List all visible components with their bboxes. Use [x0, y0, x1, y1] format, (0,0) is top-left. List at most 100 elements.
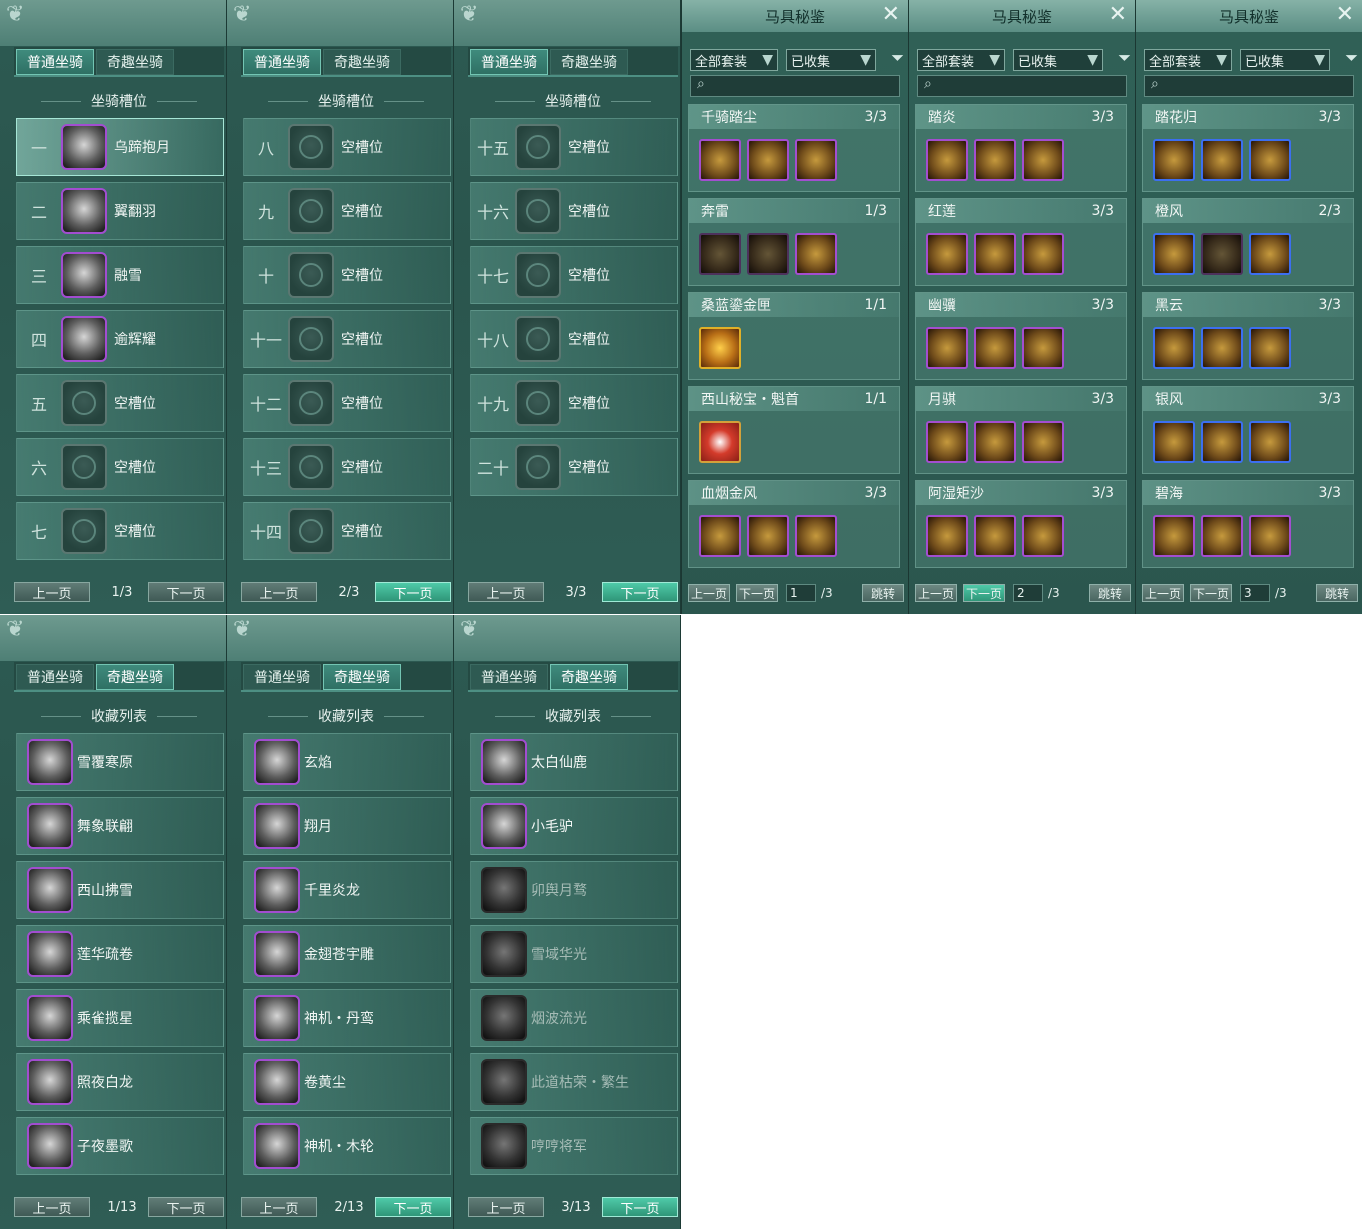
gear-item-icon[interactable] [1201, 421, 1243, 463]
filter-collected[interactable]: 已收集 ▼ [1013, 49, 1103, 71]
next-page-button[interactable]: 下一页 [375, 582, 451, 602]
page-input[interactable]: 2 [1013, 584, 1043, 602]
gear-item-icon[interactable] [699, 233, 741, 275]
slot-row[interactable]: 六 空槽位 [16, 438, 224, 496]
collection-row[interactable]: 西山拂雪 [16, 861, 224, 919]
gear-item-icon[interactable] [1249, 421, 1291, 463]
gear-item-icon[interactable] [1153, 327, 1195, 369]
close-icon[interactable]: ✕ [1336, 4, 1354, 26]
prev-page-button[interactable]: 上一页 [468, 1197, 544, 1217]
tab-normal-mounts[interactable]: 普通坐骑 [470, 49, 548, 75]
jump-button[interactable]: 跳转 [862, 584, 904, 602]
collection-row[interactable]: 照夜白龙 [16, 1053, 224, 1111]
gear-item-icon[interactable] [926, 421, 968, 463]
collection-row[interactable]: 金翅苍宇雕 [243, 925, 451, 983]
slot-row[interactable]: 七 空槽位 [16, 502, 224, 560]
collection-row[interactable]: 此道枯荣・繁生 [470, 1053, 678, 1111]
gear-item-icon[interactable] [1201, 139, 1243, 181]
tab-fun-mounts[interactable]: 奇趣坐骑 [96, 49, 174, 75]
gear-item-icon[interactable] [974, 139, 1016, 181]
tab-fun-mounts[interactable]: 奇趣坐骑 [550, 664, 628, 690]
gear-item-icon[interactable] [974, 515, 1016, 557]
prev-page-button[interactable]: 上一页 [14, 1197, 90, 1217]
collection-row[interactable]: 子夜墨歌 [16, 1117, 224, 1175]
next-page-button[interactable]: 下一页 [736, 584, 778, 602]
gear-item-icon[interactable] [795, 515, 837, 557]
collection-row[interactable]: 舞象联翩 [16, 797, 224, 855]
gear-item-icon[interactable] [926, 139, 968, 181]
tab-fun-mounts[interactable]: 奇趣坐骑 [323, 49, 401, 75]
next-page-button[interactable]: 下一页 [1190, 584, 1232, 602]
slot-row[interactable]: 十二 空槽位 [243, 374, 451, 432]
slot-row[interactable]: 十七 空槽位 [470, 246, 678, 304]
gear-item-icon[interactable] [1249, 139, 1291, 181]
gear-item-icon[interactable] [1201, 233, 1243, 275]
prev-page-button[interactable]: 上一页 [241, 1197, 317, 1217]
slot-row[interactable]: 十一 空槽位 [243, 310, 451, 368]
gear-item-icon[interactable] [1153, 233, 1195, 275]
slot-row[interactable]: 十五 空槽位 [470, 118, 678, 176]
gear-item-icon[interactable] [795, 233, 837, 275]
slot-row[interactable]: 十 空槽位 [243, 246, 451, 304]
gear-item-icon[interactable] [1022, 421, 1064, 463]
gear-item-icon[interactable] [747, 139, 789, 181]
jump-button[interactable]: 跳转 [1316, 584, 1358, 602]
gear-item-icon[interactable] [747, 515, 789, 557]
search-input[interactable]: ⌕ [1144, 75, 1354, 97]
tab-normal-mounts[interactable]: 普通坐骑 [243, 49, 321, 75]
gear-item-icon[interactable] [699, 515, 741, 557]
slot-row[interactable]: 十三 空槽位 [243, 438, 451, 496]
gear-item-icon[interactable] [747, 233, 789, 275]
prev-page-button[interactable]: 上一页 [1142, 584, 1184, 602]
filter-icon[interactable]: ⏷ [891, 48, 904, 68]
search-input[interactable]: ⌕ [917, 75, 1127, 97]
gear-item-icon[interactable] [926, 515, 968, 557]
gear-item-icon[interactable] [1022, 233, 1064, 275]
gear-item-icon[interactable] [1153, 515, 1195, 557]
gear-item-icon[interactable] [974, 327, 1016, 369]
next-page-button[interactable]: 下一页 [148, 1197, 224, 1217]
gear-item-icon[interactable] [926, 327, 968, 369]
tab-fun-mounts[interactable]: 奇趣坐骑 [550, 49, 628, 75]
filter-icon[interactable]: ⏷ [1118, 48, 1131, 68]
gear-item-icon[interactable] [1249, 515, 1291, 557]
collection-row[interactable]: 烟波流光 [470, 989, 678, 1047]
slot-row[interactable]: 十九 空槽位 [470, 374, 678, 432]
prev-page-button[interactable]: 上一页 [241, 582, 317, 602]
tab-normal-mounts[interactable]: 普通坐骑 [470, 664, 548, 690]
tab-fun-mounts[interactable]: 奇趣坐骑 [323, 664, 401, 690]
filter-icon[interactable]: ⏷ [1345, 48, 1358, 68]
slot-row[interactable]: 九 空槽位 [243, 182, 451, 240]
slot-row[interactable]: 三 融雪 [16, 246, 224, 304]
slot-row[interactable]: 五 空槽位 [16, 374, 224, 432]
filter-all-sets[interactable]: 全部套装 ▼ [690, 49, 778, 71]
collection-row[interactable]: 翔月 [243, 797, 451, 855]
slot-row[interactable]: 二 翼翻羽 [16, 182, 224, 240]
collection-row[interactable]: 小毛驴 [470, 797, 678, 855]
tab-fun-mounts[interactable]: 奇趣坐骑 [96, 664, 174, 690]
search-input[interactable]: ⌕ [690, 75, 900, 97]
slot-row[interactable]: 十六 空槽位 [470, 182, 678, 240]
collection-row[interactable]: 卷黄尘 [243, 1053, 451, 1111]
prev-page-button[interactable]: 上一页 [468, 582, 544, 602]
filter-all-sets[interactable]: 全部套装 ▼ [1144, 49, 1232, 71]
gear-item-icon[interactable] [1201, 327, 1243, 369]
gear-item-icon[interactable] [1153, 421, 1195, 463]
gear-item-icon[interactable] [1022, 327, 1064, 369]
page-input[interactable]: 3 [1240, 584, 1270, 602]
next-page-button[interactable]: 下一页 [148, 582, 224, 602]
next-page-button[interactable]: 下一页 [602, 1197, 678, 1217]
slot-row[interactable]: 一 乌蹄抱月 [16, 118, 224, 176]
slot-row[interactable]: 八 空槽位 [243, 118, 451, 176]
collection-row[interactable]: 神机・丹鸾 [243, 989, 451, 1047]
gear-item-icon[interactable] [699, 139, 741, 181]
page-input[interactable]: 1 [786, 584, 816, 602]
gear-item-icon[interactable] [1249, 327, 1291, 369]
next-page-button[interactable]: 下一页 [602, 582, 678, 602]
gear-item-icon[interactable] [1201, 515, 1243, 557]
gear-item-icon[interactable] [974, 233, 1016, 275]
collection-row[interactable]: 太白仙鹿 [470, 733, 678, 791]
prev-page-button[interactable]: 上一页 [688, 584, 730, 602]
tab-normal-mounts[interactable]: 普通坐骑 [16, 49, 94, 75]
collection-row[interactable]: 神机・木轮 [243, 1117, 451, 1175]
